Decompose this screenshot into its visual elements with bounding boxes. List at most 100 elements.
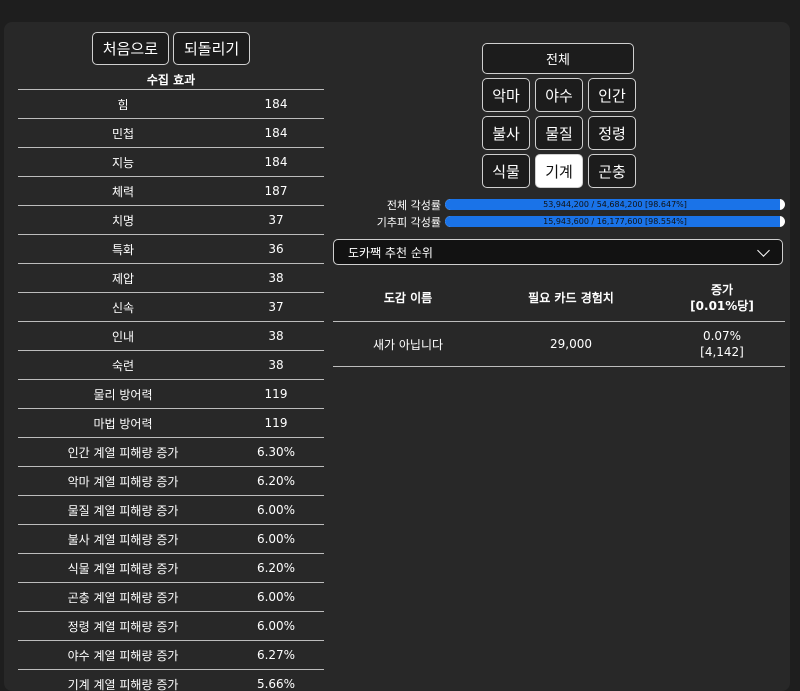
stat-row: 인내 38	[18, 322, 324, 351]
category-button[interactable]: 불사	[482, 116, 530, 150]
stat-value: 6.00%	[256, 532, 296, 546]
stat-row: 물리 방어력 119	[18, 380, 324, 409]
stat-value: 119	[264, 387, 288, 401]
gain-value: 0.07% [4,142]	[700, 329, 744, 359]
recommend-table: 도감 이름 필요 카드 경험치 증가 [0.01%당] 새가 아닙니다 29,000 0.…	[333, 274, 785, 367]
category-all-button[interactable]: 전체	[482, 43, 634, 74]
stat-value: 6.20%	[256, 474, 296, 488]
reset-button[interactable]: 처음으로	[91, 32, 169, 65]
stat-value: 6.00%	[256, 590, 296, 604]
stat-row: 정령 계열 피해량 증가 6.00%	[18, 612, 324, 641]
column-header: 증가 [0.01%당]	[690, 282, 754, 313]
stat-row: 야수 계열 피해량 증가 6.27%	[18, 641, 324, 670]
category-row: 악마 야수 인간	[482, 78, 636, 112]
stat-name: 기계 계열 피해량 증가	[67, 677, 179, 691]
stat-name: 제압	[111, 271, 135, 286]
stat-value: 38	[268, 329, 284, 343]
stat-name: 특화	[111, 242, 135, 257]
stat-row: 마법 방어력 119	[18, 409, 324, 438]
stat-row: 체력 187	[18, 177, 324, 206]
category-button[interactable]: 야수	[535, 78, 583, 112]
sort-select-value: 도카짹 추천 순위	[348, 245, 433, 260]
stat-row: 인간 계열 피해량 증가 6.30%	[18, 438, 324, 467]
table-row[interactable]: 새가 아닙니다 29,000 0.07% [4,142]	[333, 322, 785, 367]
stat-name: 인간 계열 피해량 증가	[67, 445, 179, 460]
progress-label: 전체 각성률	[386, 198, 441, 212]
progress-label: 기추피 각성률	[376, 215, 441, 229]
stat-row: 지능 184	[18, 148, 324, 177]
recommend-table-header: 도감 이름 필요 카드 경험치 증가 [0.01%당]	[333, 274, 785, 322]
stat-name: 인내	[111, 329, 135, 344]
stat-name: 힘	[117, 97, 129, 112]
stat-value: 5.66%	[256, 677, 296, 691]
stat-name: 불사 계열 피해량 증가	[67, 532, 179, 547]
left-column: 처음으로 되돌리기 수집 효과 힘 184 민첩 184 지능 184 체력 187 치명 37 특…	[18, 32, 324, 691]
stat-row: 치명 37	[18, 206, 324, 235]
progress-row: 전체 각성률 53,944,200 / 54,684,200 [98.647%]	[333, 196, 785, 213]
category-button[interactable]: 식물	[482, 154, 530, 188]
stat-name: 야수 계열 피해량 증가	[67, 648, 179, 663]
progress-text: 15,943,600 / 16,177,600 [98.554%]	[543, 217, 687, 226]
stat-row: 곤충 계열 피해량 증가 6.00%	[18, 583, 324, 612]
category-button[interactable]: 기계	[535, 154, 583, 188]
stat-name: 지능	[111, 155, 135, 170]
stat-value: 184	[264, 155, 288, 169]
stat-name: 물리 방어력	[93, 387, 153, 402]
recommend-table-body: 새가 아닙니다 29,000 0.07% [4,142]	[333, 322, 785, 367]
stat-name: 악마 계열 피해량 증가	[67, 474, 179, 489]
collection-panel: 처음으로 되돌리기 수집 효과 힘 184 민첩 184 지능 184 체력 187 치명 37 특…	[4, 22, 790, 691]
category-row: 식물 기계 곤충	[482, 154, 636, 188]
sort-select[interactable]: 도카짹 추천 순위	[333, 239, 783, 265]
stat-row: 기계 계열 피해량 증가 5.66%	[18, 670, 324, 691]
stat-row: 특화 36	[18, 235, 324, 264]
category-button[interactable]: 정령	[588, 116, 636, 150]
stat-row: 악마 계열 피해량 증가 6.20%	[18, 467, 324, 496]
stat-name: 체력	[111, 184, 135, 199]
stat-value: 38	[268, 271, 284, 285]
progress-area: 전체 각성률 53,944,200 / 54,684,200 [98.647%] 기…	[333, 196, 785, 230]
stat-name: 숙련	[111, 358, 135, 373]
stat-value: 37	[268, 213, 284, 227]
stat-value: 37	[268, 300, 284, 314]
required-exp: 29,000	[550, 337, 592, 351]
stat-row: 숙련 38	[18, 351, 324, 380]
stat-row: 민첩 184	[18, 119, 324, 148]
top-button-group: 처음으로 되돌리기	[18, 32, 324, 65]
stat-value: 36	[268, 242, 284, 256]
category-button[interactable]: 인간	[588, 78, 636, 112]
stat-value: 6.27%	[256, 648, 296, 662]
progress-bar: 53,944,200 / 54,684,200 [98.647%]	[445, 199, 785, 210]
stat-name: 곤충 계열 피해량 증가	[67, 590, 179, 605]
stat-value: 184	[264, 97, 288, 111]
category-row: 불사 물질 정령	[482, 116, 636, 150]
stat-row: 제압 38	[18, 264, 324, 293]
category-button[interactable]: 곤충	[588, 154, 636, 188]
stat-name: 마법 방어력	[93, 416, 153, 431]
stat-value: 38	[268, 358, 284, 372]
undo-button[interactable]: 되돌리기	[173, 32, 251, 65]
stat-name: 민첩	[111, 126, 135, 141]
stats-table: 힘 184 민첩 184 지능 184 체력 187 치명 37 특화 36 제압 38 신속 37 인내 38 숙…	[18, 89, 324, 691]
stats-title: 수집 효과	[146, 73, 196, 87]
chevron-down-icon	[757, 243, 770, 257]
stat-row: 신속 37	[18, 293, 324, 322]
stat-name: 정령 계열 피해량 증가	[67, 619, 179, 634]
stat-name: 물질 계열 피해량 증가	[67, 503, 179, 518]
column-header: 도감 이름	[383, 291, 433, 305]
stat-row: 힘 184	[18, 90, 324, 119]
category-button[interactable]: 악마	[482, 78, 530, 112]
category-button[interactable]: 물질	[535, 116, 583, 150]
stat-name: 식물 계열 피해량 증가	[67, 561, 179, 576]
stat-value: 6.30%	[256, 445, 296, 459]
stat-row: 식물 계열 피해량 증가 6.20%	[18, 554, 324, 583]
stat-value: 187	[264, 184, 288, 198]
stat-value: 119	[264, 416, 288, 430]
stat-name: 신속	[111, 300, 135, 315]
progress-row: 기추피 각성률 15,943,600 / 16,177,600 [98.554%]	[333, 213, 785, 230]
column-header: 필요 카드 경험치	[528, 291, 614, 305]
stat-row: 불사 계열 피해량 증가 6.00%	[18, 525, 324, 554]
stat-row: 물질 계열 피해량 증가 6.00%	[18, 496, 324, 525]
progress-text: 53,944,200 / 54,684,200 [98.647%]	[543, 200, 687, 209]
category-filter: 전체 악마 야수 인간불사 물질 정령식물 기계 곤충	[482, 43, 636, 188]
progress-bar: 15,943,600 / 16,177,600 [98.554%]	[445, 216, 785, 227]
